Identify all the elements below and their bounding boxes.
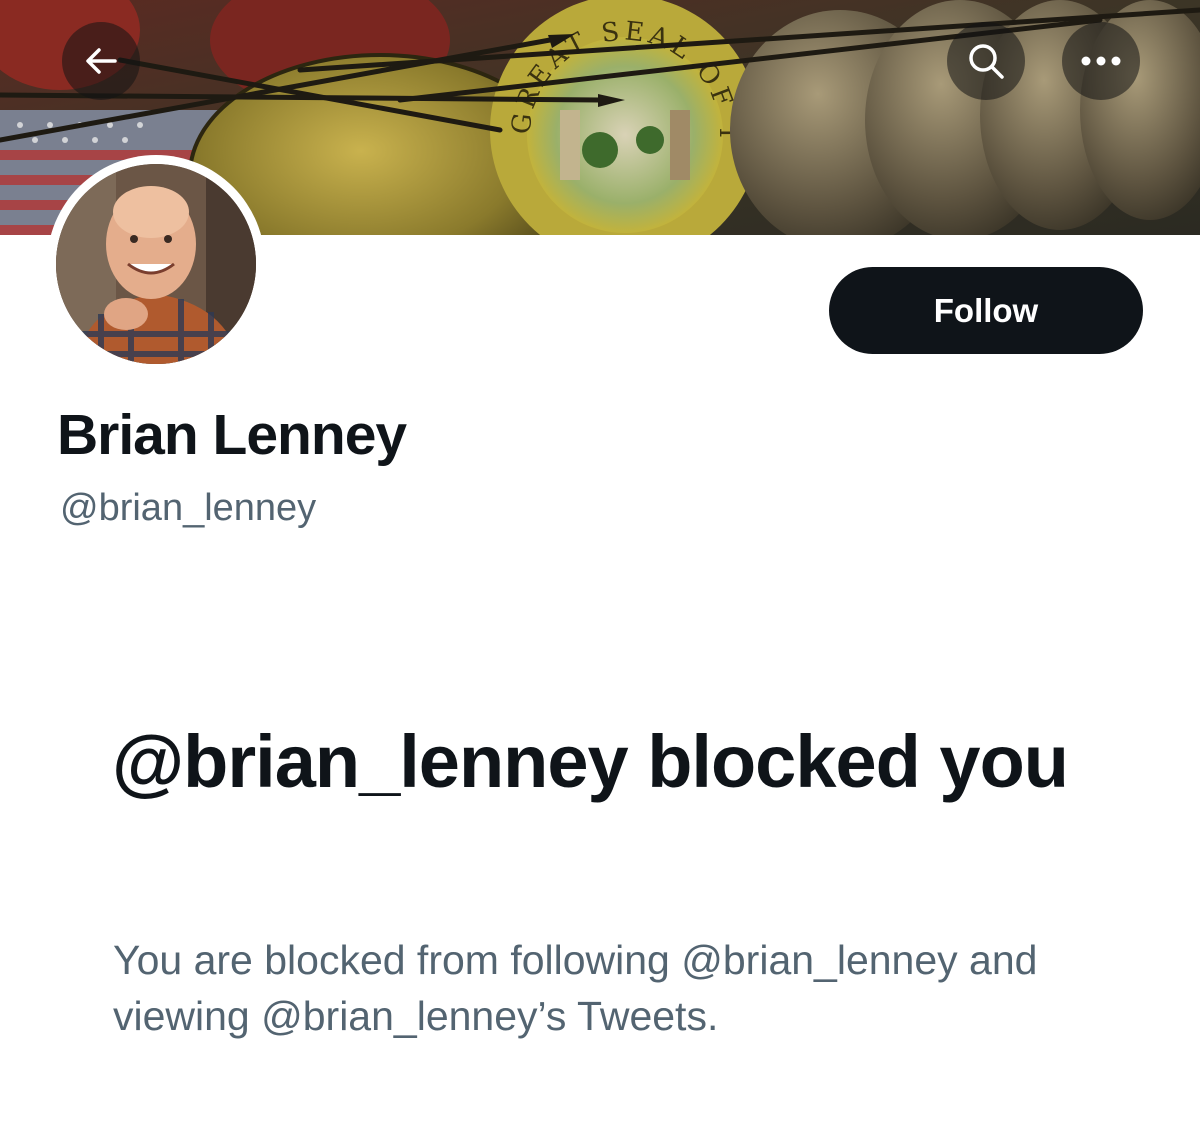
profile-handle: @brian_lenney <box>60 487 317 529</box>
blocked-description: You are blocked from following @brian_le… <box>113 937 1038 1039</box>
avatar-container[interactable] <box>47 155 265 373</box>
profile-display-name: Brian Lenney <box>57 403 407 467</box>
more-options-button[interactable] <box>1062 22 1140 100</box>
avatar[interactable] <box>56 164 256 364</box>
back-button[interactable] <box>62 22 140 100</box>
more-horizontal-icon <box>1081 56 1121 66</box>
arrow-left-icon <box>86 48 117 74</box>
follow-button[interactable]: Follow <box>829 267 1143 354</box>
avatar-image <box>56 164 256 364</box>
search-icon <box>969 44 1004 79</box>
blocked-title: @brian_lenney blocked you <box>112 720 1069 803</box>
search-button[interactable] <box>947 22 1025 100</box>
